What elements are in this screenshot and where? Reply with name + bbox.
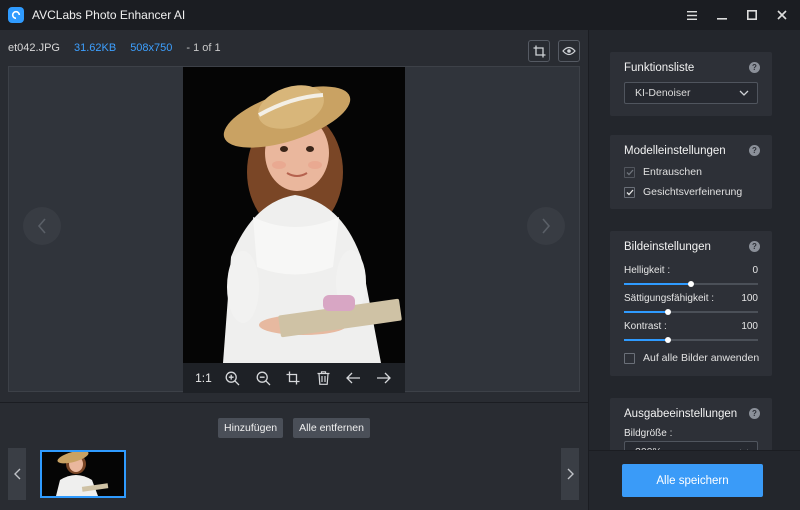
model-settings-title: Modelleinstellungen [624, 145, 726, 157]
minimize-icon[interactable] [714, 7, 730, 23]
contrast-slider[interactable] [624, 337, 758, 343]
zoom-reset-button[interactable]: 1:1 [195, 371, 212, 385]
option-face-refinement[interactable]: Gesichtsverfeinerung [624, 186, 742, 198]
image-preview: 1:1 [8, 66, 580, 393]
help-icon[interactable]: ? [749, 408, 760, 419]
check-icon [626, 189, 633, 195]
file-info-bar: et042.JPG 31.62KB 508x750 - 1 of 1 [0, 30, 588, 66]
title-bar: AVCLabs Photo Enhancer AI [0, 0, 800, 30]
chevron-right-icon [567, 468, 574, 480]
contrast-value: 100 [741, 321, 758, 332]
chevron-down-icon [739, 90, 749, 96]
add-images-button[interactable]: Hinzufügen [218, 418, 284, 438]
help-icon[interactable]: ? [749, 241, 760, 252]
feature-list-title: Funktionsliste [624, 62, 695, 74]
apply-all-checkbox[interactable] [624, 352, 635, 364]
contrast-label: Kontrast : [624, 321, 667, 332]
saturation-slider-thumb[interactable] [665, 309, 672, 315]
chevron-left-icon [13, 468, 20, 480]
help-icon[interactable]: ? [749, 62, 760, 73]
strip-next-button[interactable] [561, 448, 579, 500]
photo-toolbar: 1:1 [183, 363, 405, 393]
thumbnail-strip [0, 444, 588, 504]
crop-icon[interactable] [528, 40, 550, 62]
feature-select[interactable]: KI-Denoiser [624, 82, 758, 104]
denoise-checkbox[interactable] [624, 166, 635, 178]
save-all-button[interactable]: Alle speichern [622, 464, 763, 497]
zoom-out-icon[interactable] [254, 369, 272, 387]
settings-panel: Funktionsliste ? KI-Denoiser Modelleinst… [588, 30, 800, 510]
file-size: 31.62KB [73, 42, 117, 54]
brightness-slider-thumb[interactable] [688, 281, 694, 287]
eye-icon[interactable] [558, 40, 580, 62]
zoom-in-icon[interactable] [224, 369, 242, 387]
remove-all-button[interactable]: Alle entfernen [293, 418, 370, 438]
feature-list-card: Funktionsliste ? KI-Denoiser [610, 52, 772, 116]
check-icon [626, 169, 633, 175]
list-actions: Hinzufügen Alle entfernen [0, 418, 588, 438]
contrast-slider-thumb[interactable] [665, 337, 672, 343]
saturation-label: Sättigungsfähigkeit : [624, 293, 715, 304]
face-refinement-label: Gesichtsverfeinerung [643, 186, 743, 198]
option-denoise[interactable]: Entrauschen [624, 166, 702, 178]
option-apply-all[interactable]: Auf alle Bilder anwenden [624, 352, 759, 364]
settings-scrollbar[interactable] [794, 30, 800, 450]
file-name: et042.JPG [8, 42, 60, 54]
image-settings-card: Bildeinstellungen ? Helligkeit : 0 Sätti… [610, 231, 772, 376]
feature-select-value: KI-Denoiser [635, 87, 691, 99]
divider [0, 402, 588, 403]
menu-icon[interactable] [684, 7, 700, 23]
apply-all-label: Auf alle Bilder anwenden [643, 352, 760, 364]
arrow-right-icon[interactable] [375, 369, 393, 387]
maximize-icon[interactable] [744, 7, 760, 23]
model-settings-card: Modelleinstellungen ? Entrauschen Gesich… [610, 135, 772, 209]
arrow-left-icon[interactable] [345, 369, 363, 387]
brightness-slider[interactable] [624, 281, 758, 287]
saturation-slider[interactable] [624, 309, 758, 315]
app-logo-icon [8, 7, 24, 23]
trash-icon[interactable] [315, 369, 333, 387]
next-image-button[interactable] [527, 207, 565, 245]
output-settings-title: Ausgabeeinstellungen [624, 408, 738, 420]
face-refinement-checkbox[interactable] [624, 186, 635, 198]
window-title: AVCLabs Photo Enhancer AI [32, 8, 186, 22]
chevron-left-icon [37, 218, 46, 234]
brightness-value: 0 [752, 265, 758, 276]
file-count: - 1 of 1 [186, 42, 221, 54]
close-icon[interactable] [774, 7, 790, 23]
output-size-label: Bildgröße : [624, 428, 673, 439]
chevron-right-icon [542, 218, 551, 234]
previous-image-button[interactable] [23, 207, 61, 245]
save-area: Alle speichern [589, 450, 800, 510]
denoise-label: Entrauschen [643, 166, 702, 178]
image-settings-title: Bildeinstellungen [624, 241, 711, 253]
saturation-value: 100 [741, 293, 758, 304]
strip-prev-button[interactable] [8, 448, 26, 500]
preview-photo [183, 67, 405, 363]
help-icon[interactable]: ? [749, 145, 760, 156]
crop-icon[interactable] [284, 369, 302, 387]
workspace: et042.JPG 31.62KB 508x750 - 1 of 1 1:1 H… [0, 30, 588, 510]
thumbnail-selected[interactable] [40, 450, 126, 498]
brightness-label: Helligkeit : [624, 265, 671, 276]
file-dimensions: 508x750 [130, 42, 173, 54]
